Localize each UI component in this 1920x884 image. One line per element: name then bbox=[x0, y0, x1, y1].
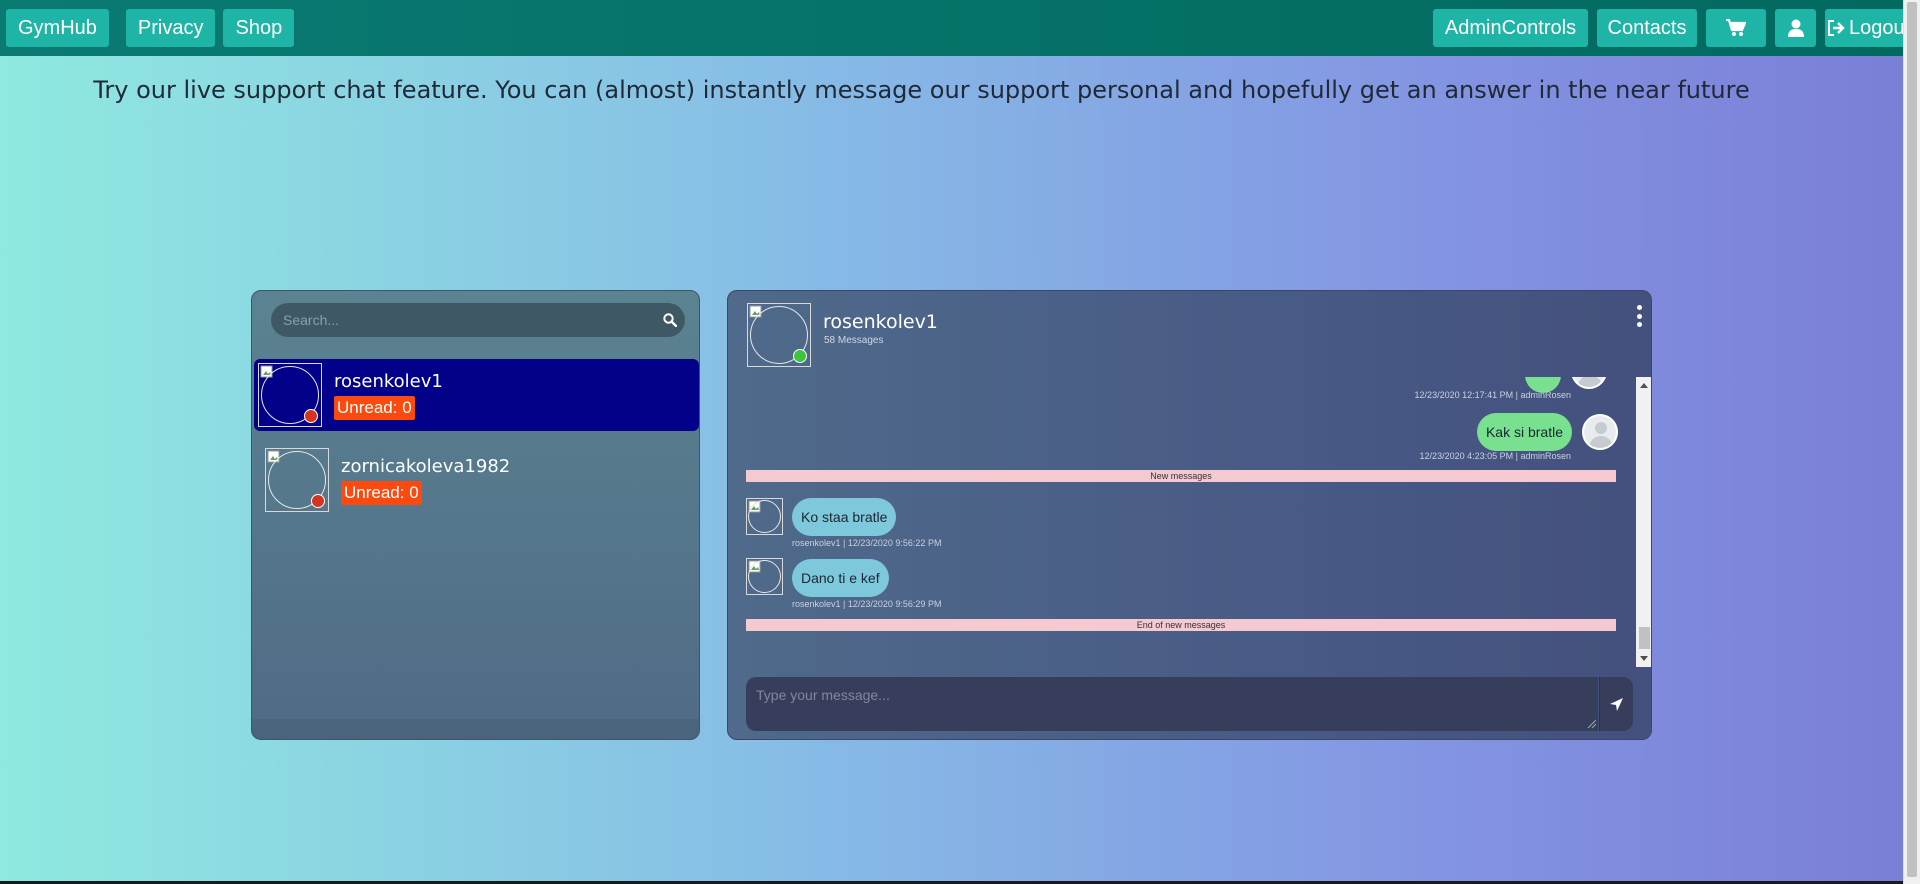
logout-label: Logout bbox=[1849, 16, 1903, 39]
avatar-frame bbox=[748, 560, 781, 593]
avatar-frame bbox=[748, 500, 781, 533]
chat-partner-name: rosenkolev1 bbox=[823, 311, 938, 333]
search-icon bbox=[663, 313, 677, 327]
user-icon bbox=[1787, 19, 1804, 37]
sender-avatar bbox=[746, 498, 783, 535]
profile-button[interactable] bbox=[1775, 9, 1816, 47]
status-dot-offline bbox=[311, 494, 325, 508]
message-meta: rosenkolev1 | 12/23/2020 9:56:22 PM bbox=[792, 538, 942, 548]
search-input[interactable] bbox=[271, 312, 655, 328]
privacy-link[interactable]: Privacy bbox=[125, 9, 216, 47]
brand-button[interactable]: GymHub bbox=[6, 9, 109, 47]
message-count: 58 Messages bbox=[824, 335, 884, 346]
cart-button[interactable] bbox=[1706, 9, 1766, 47]
contact-item-rosenkolev1[interactable]: rosenkolev1 Unread: 0 bbox=[254, 359, 699, 431]
headline-text: Try our live support chat feature. You c… bbox=[93, 76, 1750, 104]
send-icon bbox=[1610, 697, 1623, 711]
search-button[interactable] bbox=[655, 303, 685, 337]
message-input[interactable] bbox=[746, 677, 1598, 731]
contacts-panel: rosenkolev1 Unread: 0 zornicakoleva1982 … bbox=[251, 290, 700, 740]
scroll-up-icon[interactable] bbox=[1640, 383, 1648, 388]
message-bubble-incoming: Ko staa bratle bbox=[792, 498, 897, 536]
status-dot-offline bbox=[304, 409, 318, 423]
unread-badge: Unread: 0 bbox=[334, 395, 415, 420]
contact-search bbox=[271, 303, 685, 337]
contact-avatar bbox=[258, 363, 322, 427]
resize-grip-icon[interactable] bbox=[1587, 719, 1596, 728]
page-scrollbar[interactable] bbox=[1903, 0, 1920, 884]
contact-item-zornicakoleva1982[interactable]: zornicakoleva1982 Unread: 0 bbox=[261, 444, 699, 516]
nav-left-group: GymHub Privacy Shop bbox=[6, 9, 295, 47]
user-avatar bbox=[1582, 414, 1618, 450]
user-avatar bbox=[1571, 377, 1607, 389]
message-bubble-outgoing: Kak si bratle bbox=[1476, 413, 1572, 451]
page-headline: Try our live support chat feature. You c… bbox=[0, 76, 1903, 104]
composer bbox=[728, 667, 1651, 739]
contact-name: zornicakoleva1982 bbox=[341, 455, 511, 477]
unread-badge: Unread: 0 bbox=[341, 480, 422, 505]
logout-icon bbox=[1828, 20, 1845, 36]
chat-panel: rosenkolev1 58 Messages 12/23/2020 12:17… bbox=[727, 290, 1652, 740]
message-list: 12/23/2020 12:17:41 PM | adminRosen Kak … bbox=[728, 377, 1651, 667]
scroll-thumb[interactable] bbox=[1639, 627, 1650, 649]
message-meta: 12/23/2020 12:17:41 PM | adminRosen bbox=[1414, 390, 1571, 400]
contact-name: rosenkolev1 bbox=[334, 370, 443, 392]
sender-avatar bbox=[746, 558, 783, 595]
cart-icon bbox=[1726, 19, 1746, 36]
end-new-messages-divider: End of new messages bbox=[746, 619, 1616, 631]
contacts-button[interactable]: Contacts bbox=[1597, 9, 1697, 47]
contacts-footer bbox=[252, 719, 699, 739]
send-button[interactable] bbox=[1599, 677, 1633, 731]
top-navbar: GymHub Privacy Shop AdminControls Contac… bbox=[0, 0, 1903, 56]
scroll-down-icon[interactable] bbox=[1640, 656, 1648, 661]
message-scrollbar[interactable] bbox=[1636, 377, 1651, 667]
shop-link[interactable]: Shop bbox=[223, 9, 295, 47]
chat-partner-avatar bbox=[747, 303, 811, 367]
logout-button[interactable]: Logout bbox=[1825, 9, 1903, 47]
message-meta: 12/23/2020 4:23:05 PM | adminRosen bbox=[1419, 451, 1571, 461]
chat-header: rosenkolev1 58 Messages bbox=[728, 291, 1651, 377]
new-messages-divider: New messages bbox=[746, 470, 1616, 482]
message-bubble-incoming: Dano ti e kef bbox=[792, 559, 889, 597]
more-options-icon[interactable] bbox=[1635, 305, 1643, 327]
contact-avatar bbox=[265, 448, 329, 512]
nav-right-group: AdminControls Contacts Logout bbox=[1433, 9, 1903, 47]
page-scroll-thumb[interactable] bbox=[1907, 2, 1917, 877]
message-meta: rosenkolev1 | 12/23/2020 9:56:29 PM bbox=[792, 599, 942, 609]
contact-info: zornicakoleva1982 Unread: 0 bbox=[341, 456, 510, 505]
admin-controls-button[interactable]: AdminControls bbox=[1433, 9, 1588, 47]
status-dot-online bbox=[793, 349, 807, 363]
contact-info: rosenkolev1 Unread: 0 bbox=[334, 371, 443, 420]
